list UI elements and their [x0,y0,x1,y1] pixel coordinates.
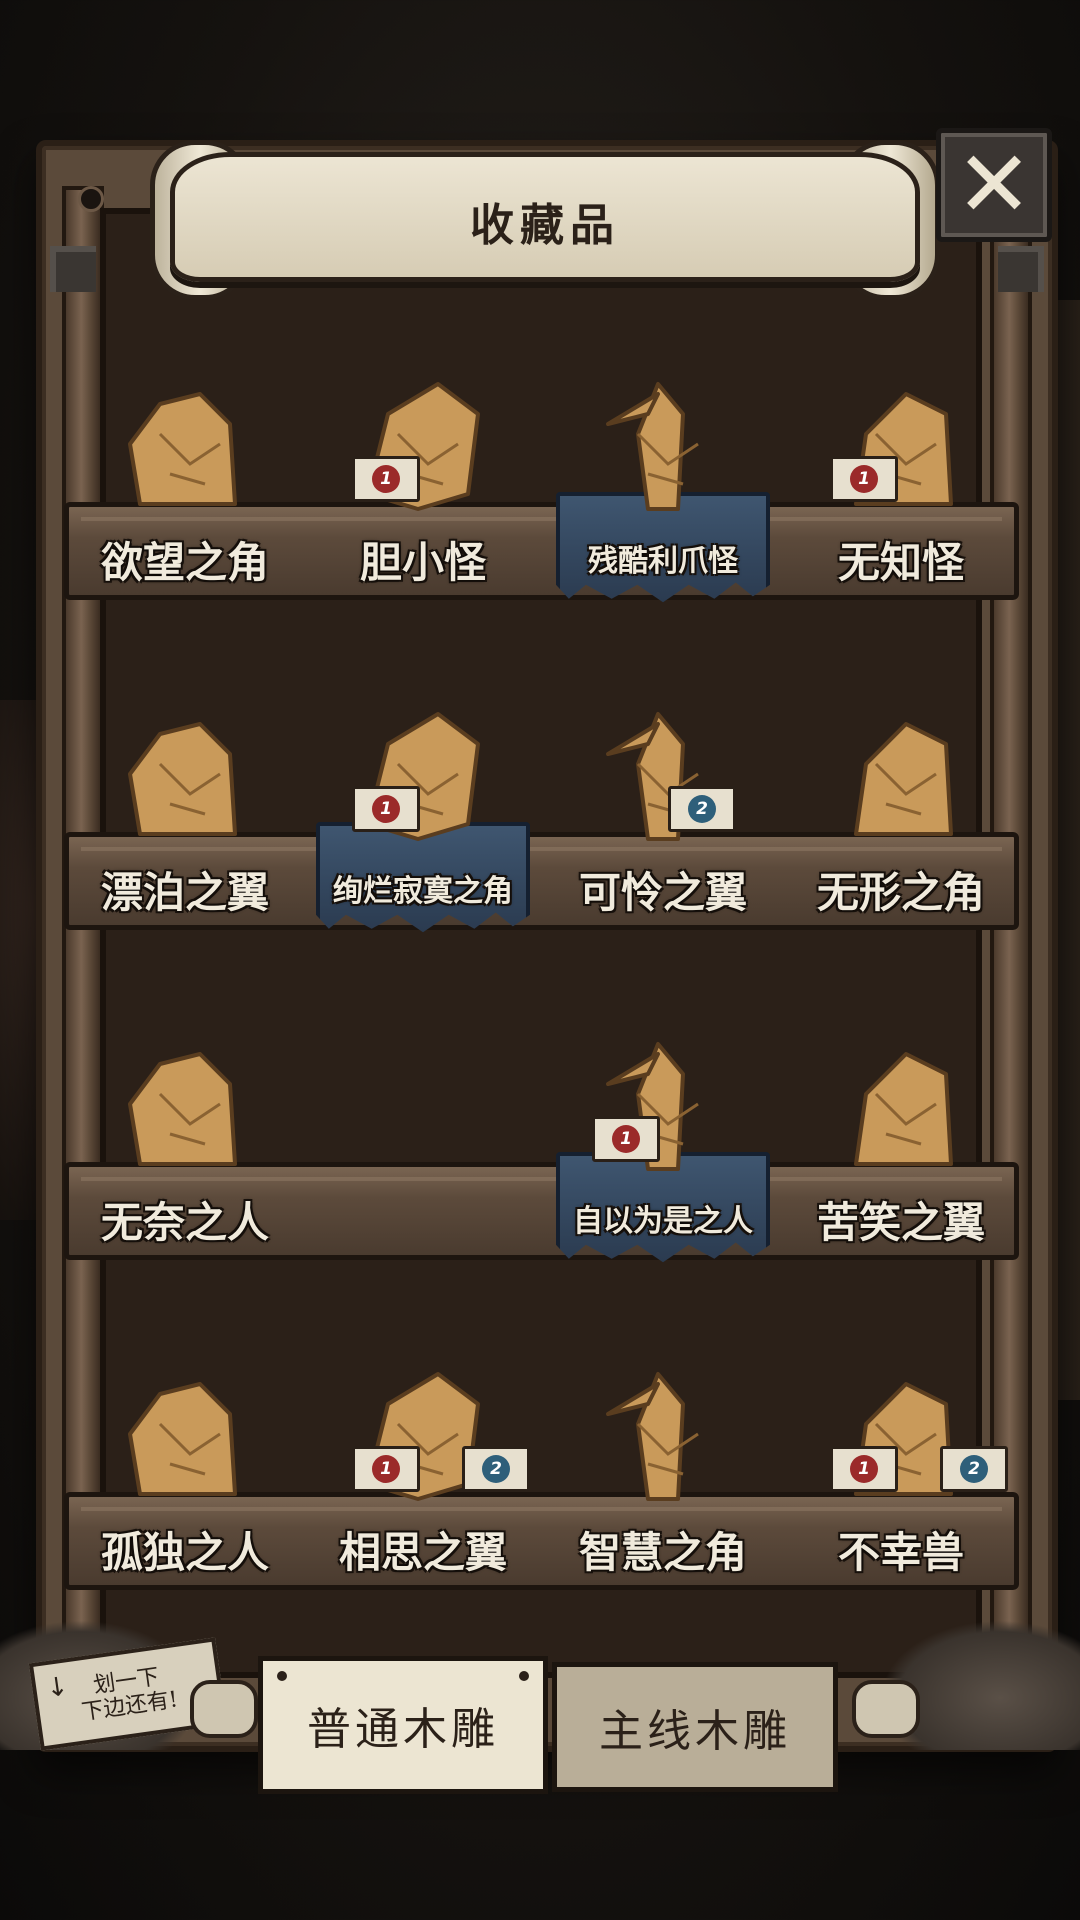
wood-carving-figure [110,704,260,844]
wood-carving-figure [110,1364,260,1504]
item-name-label: 无知怪 [837,538,964,587]
collectible-item[interactable]: 无奈之人 [70,930,300,1260]
badge-count: 1 [372,1455,400,1483]
close-icon: ✕ [955,131,1033,238]
pin-icon [519,1671,529,1681]
item-name-label: 残酷利爪怪 [588,544,738,579]
collectible-item[interactable]: 1 自以为是之人 [548,930,778,1263]
badge-count: 1 [612,1125,640,1153]
item-name-label: 绚烂寂寞之角 [333,874,513,909]
item-name-label: 无形之角 [816,868,985,917]
title-banner: 收藏品 [170,152,920,282]
collectible-item[interactable]: 1 绚烂寂寞之角 [308,600,538,933]
wood-carving-figure [110,374,260,514]
wood-carving-figure [110,1034,260,1174]
collectible-item[interactable]: 1 2 相思之翼 [308,1260,538,1590]
collectible-item[interactable]: 残酷利爪怪 [548,270,778,603]
collectible-item[interactable]: 欲望之角 [70,270,300,600]
shelf-row: 无奈之人 1 自以为是之人 苦笑之翼 [64,930,1019,1263]
item-name-label: 欲望之角 [100,538,269,587]
item-name-label: 可怜之翼 [578,868,747,917]
tab-main-carvings[interactable]: 主线木雕 [552,1662,838,1792]
wood-carving-figure [588,374,738,514]
wood-carving-figure [826,704,976,844]
seal-badge: 2 [462,1446,530,1492]
item-name-label: 漂泊之翼 [100,868,269,917]
item-name-label: 孤独之人 [100,1528,269,1577]
item-name-label: 苦笑之翼 [816,1198,985,1247]
shelf-row: 孤独之人 1 2 相思之翼 智慧之角 1 2 不幸兽 [64,1260,1019,1590]
seal-badge: 2 [940,1446,1008,1492]
item-name-label: 胆小怪 [359,538,486,587]
scroll-icon [852,1680,920,1738]
tab-common-carvings[interactable]: 普通木雕 [258,1656,548,1794]
item-name-label: 自以为是之人 [573,1204,753,1239]
badge-count: 1 [372,795,400,823]
seal-badge: 1 [352,1446,420,1492]
shelf-row: 漂泊之翼 1 绚烂寂寞之角 2 可怜之翼 无形之角 [64,600,1019,933]
item-name-label: 智慧之角 [578,1528,747,1577]
item-name-label: 无奈之人 [100,1198,269,1247]
pin-icon [277,1671,287,1681]
close-button[interactable]: ✕ [936,128,1052,242]
collectible-item[interactable]: 1 胆小怪 [308,270,538,600]
collectible-item[interactable]: 无形之角 [786,600,1016,930]
badge-count: 2 [482,1455,510,1483]
item-name-label: 不幸兽 [837,1528,964,1577]
collectible-item [308,930,538,1260]
collectible-item[interactable]: 1 无知怪 [786,270,1016,600]
badge-count: 1 [850,1455,878,1483]
scroll-icon [190,1680,258,1738]
collectible-item[interactable]: 1 2 不幸兽 [786,1260,1016,1590]
badge-count: 2 [688,795,716,823]
badge-count: 1 [372,465,400,493]
seal-badge: 1 [830,1446,898,1492]
seal-badge: 2 [668,786,736,832]
tab-main-label: 主线木雕 [599,1706,791,1757]
wood-carving-figure [826,1034,976,1174]
seal-badge: 1 [352,786,420,832]
seal-badge: 1 [592,1116,660,1162]
shelf-row: 欲望之角 1 胆小怪 残酷利爪怪 1 无知怪 [64,270,1019,603]
collectible-item[interactable]: 2 可怜之翼 [548,600,778,930]
collectible-item[interactable]: 智慧之角 [548,1260,778,1590]
collectible-item[interactable]: 孤独之人 [70,1260,300,1590]
tab-common-label: 普通木雕 [307,1704,499,1755]
arrow-down-icon: ↓ [44,1671,71,1705]
badge-count: 2 [960,1455,988,1483]
collectible-item[interactable]: 苦笑之翼 [786,930,1016,1260]
wood-carving-figure [588,1364,738,1504]
seal-badge: 1 [352,456,420,502]
collectible-item[interactable]: 漂泊之翼 [70,600,300,930]
page-title: 收藏品 [470,200,620,251]
seal-badge: 1 [830,456,898,502]
badge-count: 1 [850,465,878,493]
item-name-label: 相思之翼 [338,1528,507,1577]
